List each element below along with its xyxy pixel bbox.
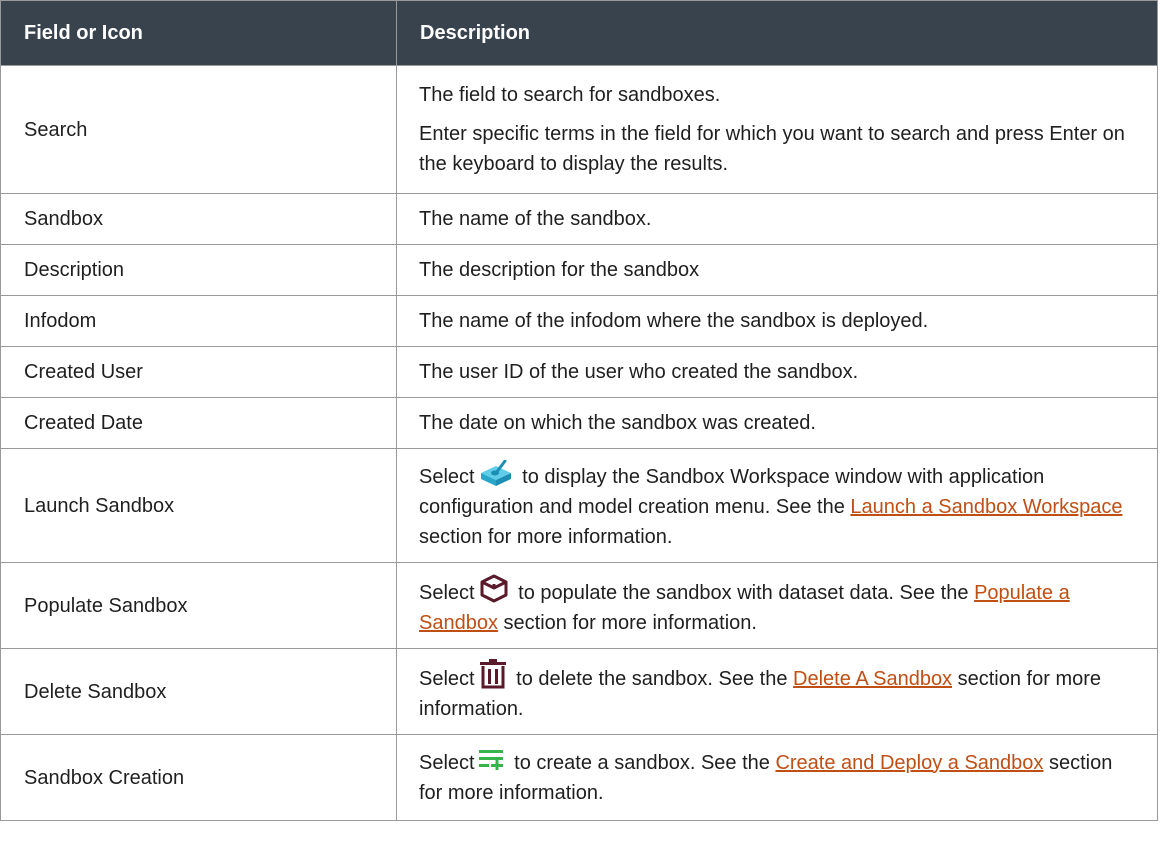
field-description: The name of the sandbox.	[396, 193, 1158, 245]
select-text: Select	[419, 668, 475, 690]
trash-icon	[479, 659, 507, 689]
field-name: Populate Sandbox	[0, 562, 397, 649]
field-name: Created User	[0, 346, 397, 398]
table-row: Sandbox The name of the sandbox.	[0, 193, 1158, 245]
description-text: to create a sandbox. See the	[514, 751, 770, 774]
field-description: The date on which the sandbox was create…	[396, 397, 1158, 449]
table-row: Created User The user ID of the user who…	[0, 346, 1158, 398]
table-row: Description The description for the sand…	[0, 244, 1158, 296]
field-description: Select to create a sandbox. See the Crea…	[396, 734, 1158, 821]
field-description: The name of the infodom where the sandbo…	[396, 295, 1158, 347]
field-name: Search	[0, 65, 397, 194]
field-description-table: Field or Icon Description Search The fie…	[0, 0, 1158, 821]
description-text: section for more information.	[419, 525, 673, 548]
field-name: Delete Sandbox	[0, 648, 397, 735]
table-header-row: Field or Icon Description	[0, 0, 1158, 66]
table-row: Sandbox Creation Select to create a sand…	[0, 734, 1158, 821]
field-description: The user ID of the user who created the …	[396, 346, 1158, 398]
field-description: The field to search for sandboxes. Enter…	[396, 65, 1158, 194]
description-text: to populate the sandbox with dataset dat…	[518, 582, 969, 604]
select-text: Select	[419, 465, 475, 488]
table-row: Launch Sandbox Select to display the San…	[0, 448, 1158, 563]
create-and-deploy-a-sandbox-link[interactable]: Create and Deploy a Sandbox	[775, 752, 1043, 774]
header-description: Description	[396, 0, 1158, 66]
table-row: Delete Sandbox Select to delete the sand…	[0, 648, 1158, 735]
select-text: Select	[419, 582, 475, 604]
field-description: The description for the sandbox	[396, 244, 1158, 296]
field-description: Select to display the Sandbox Workspace …	[396, 448, 1158, 563]
field-name: Infodom	[0, 295, 397, 347]
populate-sandbox-icon	[479, 573, 509, 603]
field-name: Sandbox Creation	[0, 734, 397, 821]
field-description: Select to populate the sandbox with data…	[396, 562, 1158, 649]
header-field-or-icon: Field or Icon	[0, 0, 397, 66]
table-row: Populate Sandbox Select to populate the …	[0, 562, 1158, 649]
field-name: Launch Sandbox	[0, 448, 397, 563]
description-text: Enter specific terms in the field for wh…	[419, 123, 1125, 175]
table-row: Search The field to search for sandboxes…	[0, 65, 1158, 194]
field-name: Sandbox	[0, 193, 397, 245]
field-description: Select to delete the sandbox. See the De…	[396, 648, 1158, 735]
table-row: Infodom The name of the infodom where th…	[0, 295, 1158, 347]
delete-a-sandbox-link[interactable]: Delete A Sandbox	[793, 668, 952, 690]
launch-sandbox-icon	[479, 459, 513, 486]
list-add-icon	[478, 749, 505, 770]
field-name: Created Date	[0, 397, 397, 449]
launch-sandbox-workspace-link[interactable]: Launch a Sandbox Workspace	[850, 496, 1122, 518]
select-text: Select	[419, 751, 475, 774]
field-name: Description	[0, 244, 397, 296]
description-text: section for more information.	[503, 612, 757, 634]
description-text: to delete the sandbox. See the	[516, 668, 788, 690]
table-row: Created Date The date on which the sandb…	[0, 397, 1158, 449]
description-text: The field to search for sandboxes.	[419, 84, 721, 106]
